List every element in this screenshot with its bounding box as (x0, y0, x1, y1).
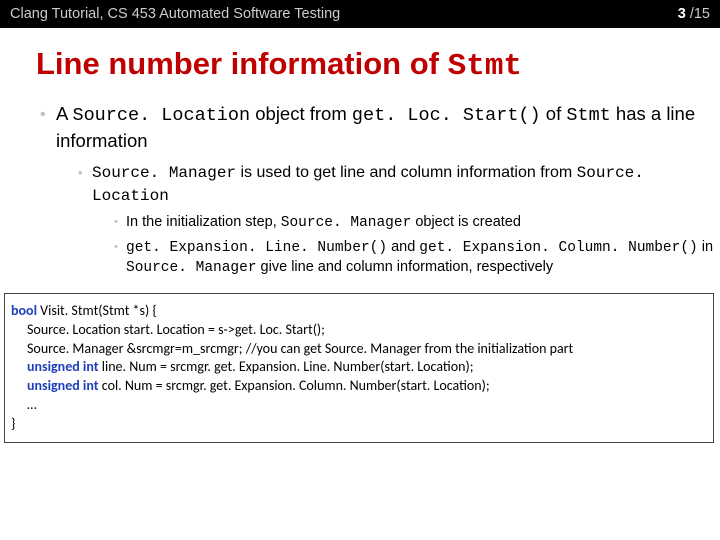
page-current: 3 (678, 6, 686, 22)
title-mono: Stmt (448, 49, 522, 84)
b1-c: of (541, 103, 567, 124)
b1-m2: get. Loc. Start() (352, 105, 541, 126)
code-box: bool Visit. Stmt(Stmt *s) { Source. Loca… (4, 293, 714, 443)
b4-a: and (387, 239, 419, 255)
page-total: 15 (694, 6, 710, 22)
header-left: Clang Tutorial, CS 453 Automated Softwar… (10, 6, 340, 22)
code-l4: unsigned int line. Num = srcmgr. get. Ex… (11, 358, 703, 377)
code-l1: bool Visit. Stmt(Stmt *s) { (11, 302, 703, 321)
code-l2: Source. Location start. Location = s->ge… (11, 321, 703, 340)
l6: … (11, 396, 37, 415)
b1-m1: Source. Location (72, 105, 250, 126)
slide-title: Line number information of Stmt (36, 46, 720, 84)
bullet-list: A Source. Location object from get. Loc.… (40, 102, 720, 279)
l4-rest: line. Num = srcmgr. get. Expansion. Line… (99, 358, 474, 375)
b4-m1: get. Expansion. Line. Number() (126, 240, 387, 256)
b2-m1: Source. Manager (92, 164, 236, 182)
b3-m1: Source. Manager (281, 215, 412, 231)
b2-a: is used to get line and column informati… (236, 164, 577, 181)
b4-m3: Source. Manager (126, 260, 257, 276)
kw-bool: bool (11, 302, 37, 319)
bullet-4: get. Expansion. Line. Number() and get. … (114, 238, 720, 279)
code-l6: … (11, 396, 703, 415)
l1-rest: Visit. Stmt(Stmt *s) { (37, 302, 157, 319)
page-number: 3 /15 (678, 6, 710, 22)
code-l3: Source. Manager &srcmgr=m_srcmgr; //you … (11, 340, 703, 359)
b4-b: in (698, 239, 713, 255)
b3-b: object is created (411, 214, 521, 230)
l2: Source. Location start. Location = s->ge… (11, 321, 325, 340)
kw-ui1: unsigned int (27, 358, 99, 375)
l3: Source. Manager &srcmgr=m_srcmgr; //you … (11, 340, 573, 359)
l5-rest: col. Num = srcmgr. get. Expansion. Colum… (99, 377, 490, 394)
b1-m3: Stmt (566, 105, 610, 126)
header-bar: Clang Tutorial, CS 453 Automated Softwar… (0, 0, 720, 28)
bullet-3: In the initialization step, Source. Mana… (114, 213, 720, 234)
bullet-1-sub: Source. Manager is used to get line and … (78, 162, 720, 279)
bullet-2: Source. Manager is used to get line and … (78, 162, 720, 279)
l4-wrap: unsigned int line. Num = srcmgr. get. Ex… (11, 358, 473, 377)
b3-a: In the initialization step, (126, 214, 281, 230)
l5-wrap: unsigned int col. Num = srcmgr. get. Exp… (11, 377, 490, 396)
code-l5: unsigned int col. Num = srcmgr. get. Exp… (11, 377, 703, 396)
b4-c: give line and column information, respec… (257, 259, 554, 275)
page-sep: / (686, 6, 694, 22)
b4-m2: get. Expansion. Column. Number() (419, 240, 697, 256)
bullet-1: A Source. Location object from get. Loc.… (40, 102, 720, 279)
l7: } (11, 415, 15, 432)
b1-a: A (56, 103, 72, 124)
b1-b: object from (250, 103, 352, 124)
bullet-2-sub: In the initialization step, Source. Mana… (114, 213, 720, 279)
kw-ui2: unsigned int (27, 377, 99, 394)
code-l7: } (11, 415, 703, 434)
title-text: Line number information of (36, 46, 448, 81)
